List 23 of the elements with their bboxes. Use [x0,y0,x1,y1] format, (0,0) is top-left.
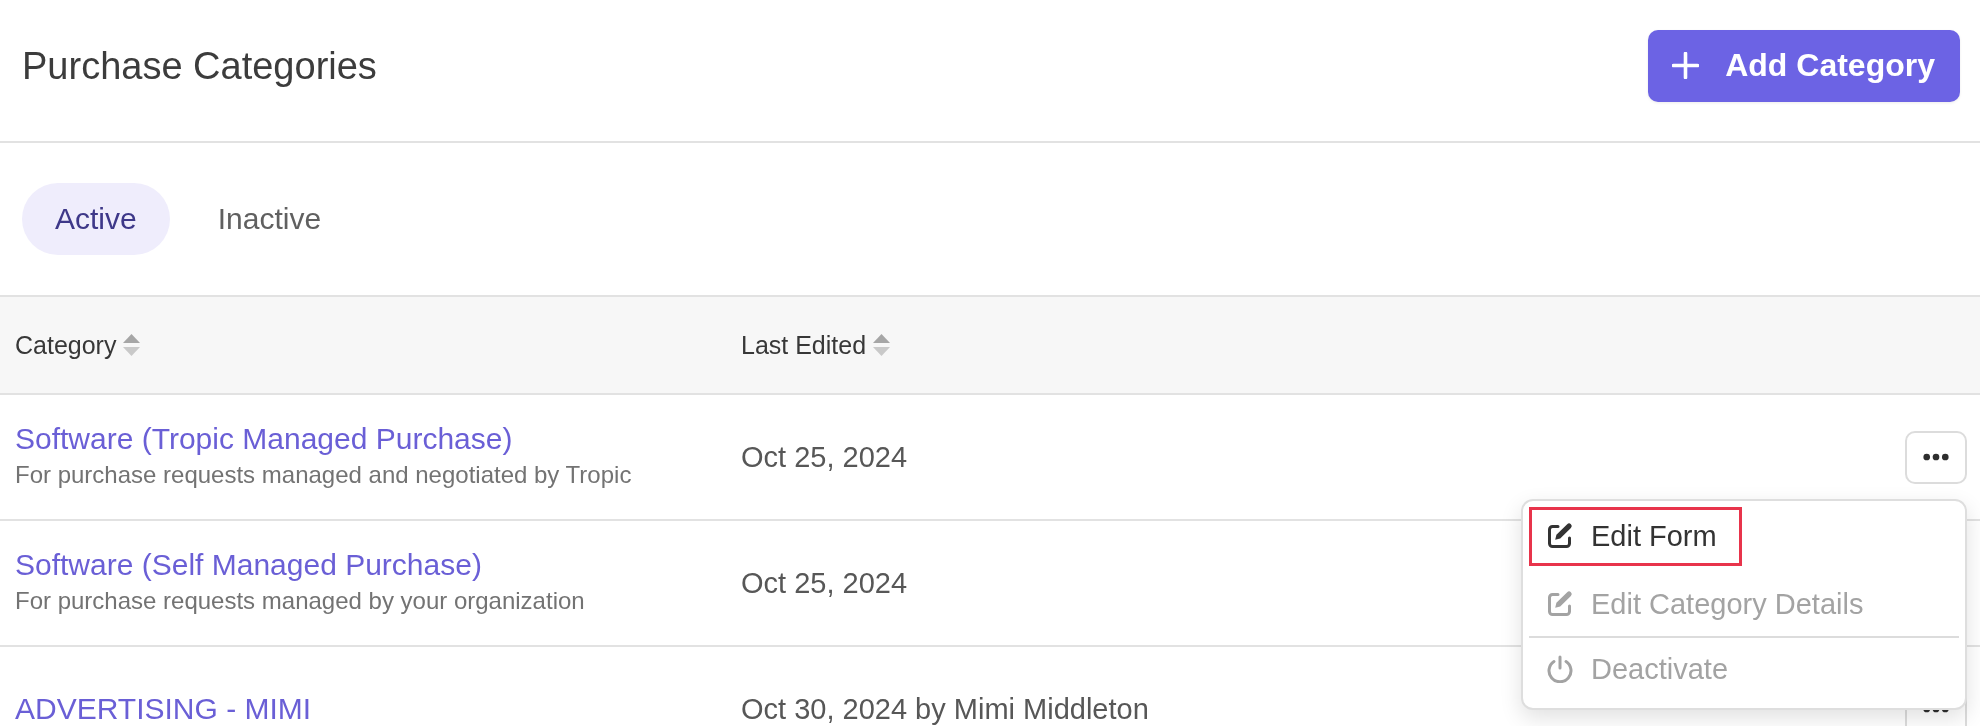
column-header[interactable]: Last Edited [741,330,891,360]
last-edited-date: Oct 30, 2024 by Mimi Middleton [741,693,1149,725]
add-category-button[interactable]: Add Category [1648,29,1960,102]
page-title: Purchase Categories [22,44,377,88]
edit-icon [1546,522,1574,550]
ellipsis-icon [1923,453,1949,461]
category-link[interactable]: ADVERTISING - MIMI [15,692,312,726]
plus-icon [1672,52,1700,79]
tab[interactable]: Active [22,183,170,255]
edit-icon [1546,590,1574,618]
last-edited-date: Oct 25, 2024 [741,441,908,473]
category-description: For purchase requests managed by your organization [15,586,585,616]
sort-icon [873,334,891,356]
category-link[interactable]: Software (Self Managed Purchase) [15,548,482,582]
category-description: For purchase requests managed and negotiated by Tropic [15,460,632,490]
menu-item[interactable]: Edit Form [1529,506,1742,566]
sort-icon [123,334,141,356]
more-button[interactable] [1905,430,1967,484]
last-edited-date: Oct 25, 2024 [741,567,908,599]
category-link[interactable]: Software (Tropic Managed Purchase) [15,422,513,456]
tab[interactable]: Inactive [184,183,355,255]
column-header[interactable]: Category [15,330,141,360]
power-icon [1546,655,1574,683]
